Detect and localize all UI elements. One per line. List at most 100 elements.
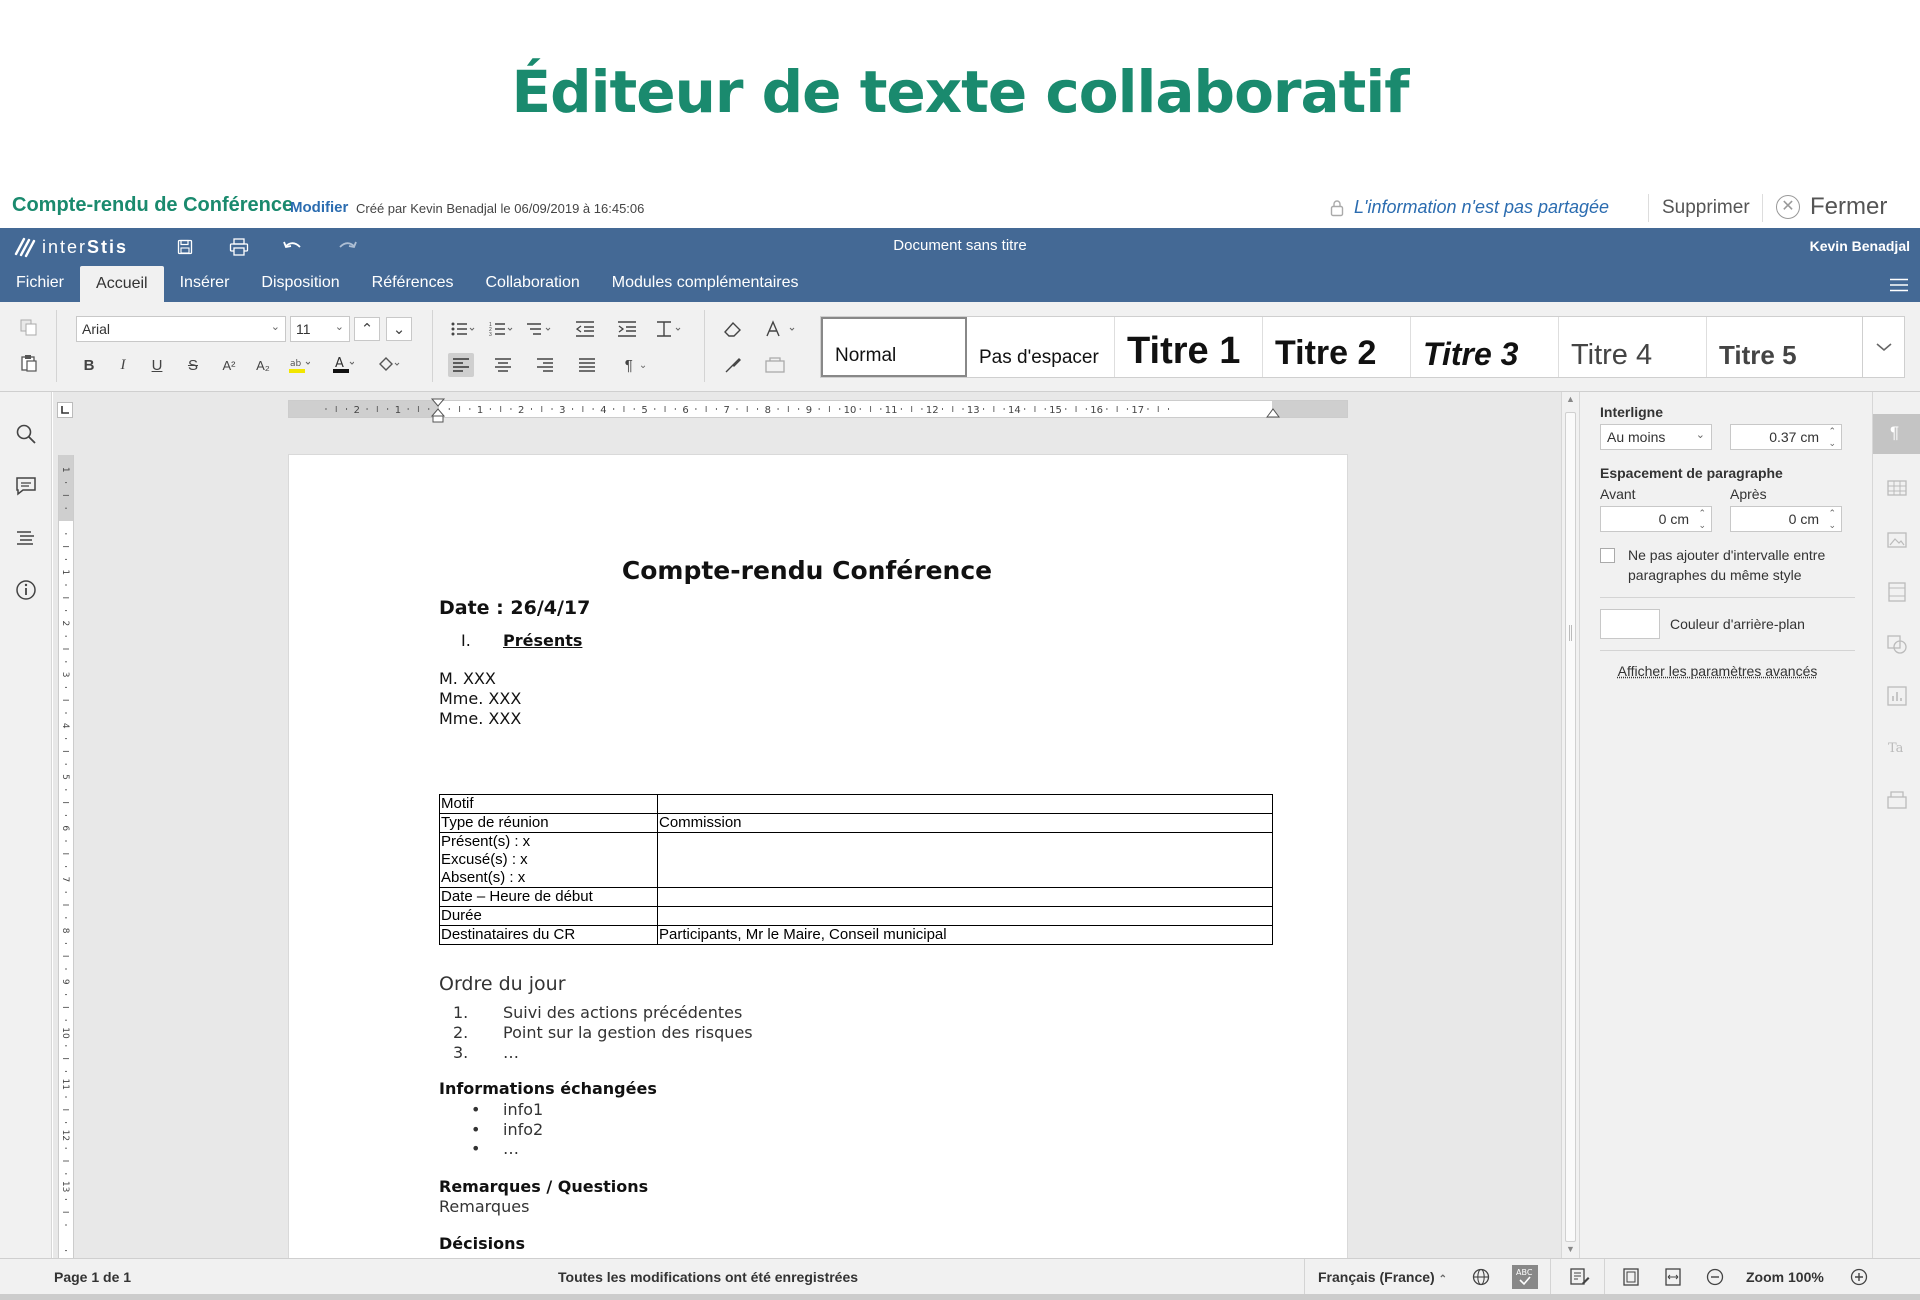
style-gallery-expand[interactable] (1862, 316, 1905, 378)
italic-icon[interactable]: I (110, 353, 136, 377)
font-color-icon[interactable]: A (330, 353, 356, 377)
line-spacing-mode-select[interactable]: Au moins ⌄ (1600, 424, 1712, 450)
no-interval-checkbox[interactable] (1600, 548, 1615, 563)
tab-references[interactable]: Références (356, 264, 470, 302)
right-indent-marker-icon[interactable] (1266, 404, 1280, 420)
before-spacing-input[interactable]: 0 cm ⌃ ⌄ (1600, 506, 1712, 532)
table-settings-icon[interactable] (1885, 476, 1909, 500)
highlight-icon[interactable]: ab (286, 353, 312, 377)
tab-paragraph-settings[interactable]: ¶ (1873, 414, 1920, 454)
background-color-swatch[interactable] (1600, 609, 1660, 639)
format-painter-icon[interactable] (720, 353, 746, 377)
strikethrough-icon[interactable]: S (180, 353, 206, 377)
tab-plugins[interactable]: Modules complémentaires (596, 264, 815, 302)
font-size-value: 11 (296, 321, 311, 337)
chart-settings-icon[interactable] (1885, 684, 1909, 708)
style-heading-1[interactable]: Titre 1 (1115, 317, 1263, 377)
table-row: Date – Heure de début (440, 888, 1273, 907)
change-case-icon[interactable] (762, 317, 802, 341)
navigation-icon[interactable] (14, 526, 38, 550)
close-button[interactable]: Fermer (1810, 193, 1887, 221)
image-settings-icon[interactable] (1885, 528, 1909, 552)
increase-font-icon[interactable]: ⌃ (354, 317, 380, 341)
line-spacing-icon[interactable] (656, 317, 682, 341)
zoom-out-icon[interactable] (1706, 1268, 1724, 1286)
decrease-font-icon[interactable]: ⌄ (386, 317, 412, 341)
language-select[interactable]: Français (France) ⌃ (1318, 1269, 1447, 1285)
style-heading-2[interactable]: Titre 2 (1263, 317, 1411, 377)
stepper-icon[interactable]: ⌃ ⌄ (1698, 507, 1706, 531)
multilevel-list-icon[interactable] (526, 317, 552, 341)
tab-home[interactable]: Accueil (80, 266, 164, 302)
fit-width-icon[interactable] (1664, 1268, 1682, 1286)
shape-settings-icon[interactable] (1885, 632, 1909, 656)
style-heading-5[interactable]: Titre 5 (1707, 317, 1855, 377)
tab-collaboration[interactable]: Collaboration (469, 264, 595, 302)
stepper-icon[interactable]: ⌃ ⌄ (1828, 507, 1836, 531)
sharing-status-link[interactable]: L'information n'est pas partagée (1354, 197, 1609, 218)
spellcheck-icon[interactable]: ABC (1512, 1265, 1538, 1289)
underline-icon[interactable]: U (144, 353, 170, 377)
justify-icon[interactable] (574, 353, 600, 377)
bullet-list-icon[interactable] (450, 317, 476, 341)
agenda-heading: Ordre du jour (439, 973, 566, 995)
horizontal-ruler[interactable]: 2 1 1 2 3 4 5 6 7 8 9 10 11 12 13 14 15 16 17 (288, 400, 1348, 418)
globe-icon[interactable] (1472, 1268, 1490, 1286)
ruler-label: 11 (885, 405, 898, 416)
track-changes-icon[interactable] (1570, 1268, 1590, 1286)
mail-merge-settings-icon[interactable] (1885, 788, 1909, 812)
scroll-up-icon[interactable]: ▲ (1566, 394, 1575, 404)
line-spacing-value-input[interactable]: 0.37 cm ⌃ ⌄ (1730, 424, 1842, 450)
fill-color-icon[interactable] (376, 353, 402, 377)
paste-icon[interactable] (16, 351, 42, 375)
after-spacing-input[interactable]: 0 cm ⌃ ⌄ (1730, 506, 1842, 532)
scroll-down-icon[interactable]: ▼ (1566, 1244, 1575, 1254)
tab-stop-selector[interactable] (57, 402, 73, 418)
font-family-select[interactable]: Arial ⌄ (76, 316, 286, 342)
vertical-ruler[interactable]: 1 1 2 3 4 5 6 7 8 9 10 11 12 13 (58, 455, 74, 1258)
style-heading-3[interactable]: Titre 3 (1411, 317, 1559, 377)
paragraph-marks-icon[interactable]: ¶ ⌄ (616, 353, 656, 377)
tab-layout[interactable]: Disposition (245, 264, 355, 302)
subscript-icon[interactable]: A₂ (250, 353, 276, 377)
info-icon[interactable] (14, 578, 38, 602)
align-center-icon[interactable] (490, 353, 516, 377)
paragraph-icon: ¶ (1890, 423, 1899, 443)
menu-icon[interactable] (1890, 278, 1908, 292)
clear-format-icon[interactable] (720, 317, 746, 341)
user-name[interactable]: Kevin Benadjal (1810, 238, 1910, 254)
decrease-indent-icon[interactable] (572, 317, 598, 341)
increase-indent-icon[interactable] (614, 317, 640, 341)
comments-icon[interactable] (14, 474, 38, 498)
font-size-select[interactable]: 11 ⌄ (290, 316, 350, 342)
mail-merge-icon[interactable] (762, 353, 788, 377)
tab-file[interactable]: Fichier (0, 264, 80, 302)
bold-icon[interactable]: B (76, 353, 102, 377)
delete-button[interactable]: Supprimer (1662, 197, 1750, 219)
scrollbar-thumb[interactable] (1565, 412, 1576, 1242)
numbered-list-icon[interactable]: 123 (488, 317, 514, 341)
document-page[interactable]: Compte-rendu Conférence Date : 26/4/17 I… (288, 454, 1348, 1260)
advanced-settings-link[interactable]: Afficher les paramètres avancés (1580, 663, 1855, 679)
search-icon[interactable] (14, 422, 38, 446)
ruler-ticks: 112345678910111213 (59, 455, 73, 1258)
align-right-icon[interactable] (532, 353, 558, 377)
align-left-icon[interactable] (448, 353, 474, 377)
zoom-in-icon[interactable] (1850, 1268, 1868, 1286)
style-heading-4[interactable]: Titre 4 (1559, 317, 1707, 377)
fit-page-icon[interactable] (1622, 1268, 1640, 1286)
text-art-icon[interactable]: Ta (1885, 736, 1909, 760)
header-footer-icon[interactable] (1885, 580, 1909, 604)
style-normal[interactable]: Normal (821, 317, 967, 377)
page-count[interactable]: Page 1 de 1 (54, 1269, 131, 1285)
close-icon[interactable]: ✕ (1776, 195, 1800, 219)
superscript-icon[interactable]: A² (216, 353, 242, 377)
style-no-spacing[interactable]: Pas d'espacer (967, 317, 1115, 377)
copy-icon[interactable] (16, 316, 42, 340)
indent-marker-icon[interactable] (430, 398, 446, 424)
stepper-icon[interactable]: ⌃ ⌄ (1828, 425, 1836, 449)
edit-link[interactable]: Modifier (290, 199, 348, 216)
language-value: Français (France) (1318, 1269, 1435, 1285)
tab-insert[interactable]: Insérer (164, 264, 246, 302)
vertical-scrollbar[interactable]: ▲ ▼ (1561, 392, 1579, 1258)
